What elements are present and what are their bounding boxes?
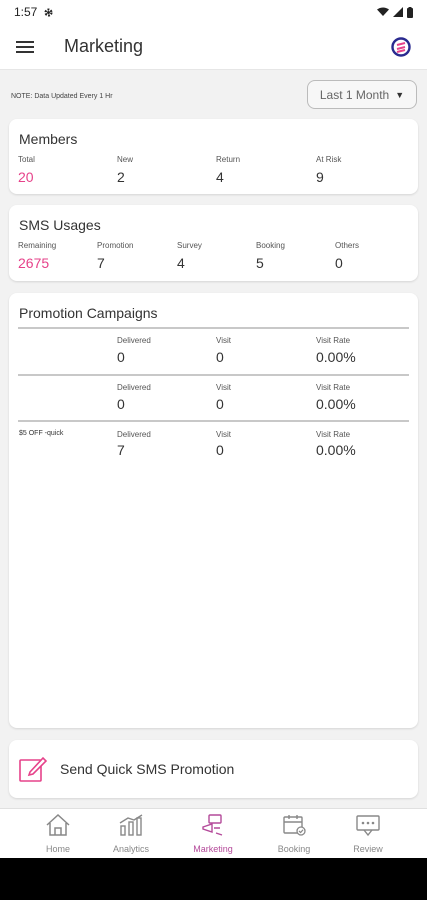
- members-new-label: New: [117, 155, 134, 164]
- sms-survey-label: Survey: [177, 241, 202, 250]
- promotion-campaigns-card: Promotion Campaigns Delivered 0 Visit 0 …: [9, 293, 418, 728]
- data-update-note: NOTE: Data Updated Every 1 Hr: [11, 93, 113, 100]
- members-card: Members Total 20 New 2 Return 4 At Risk …: [9, 119, 418, 194]
- marketing-megaphone-icon: [202, 814, 223, 836]
- sms-promotion-label: Promotion: [97, 241, 134, 250]
- campaign-divider: [18, 420, 409, 422]
- campaign-visit-rate-value: 0.00%: [316, 442, 356, 458]
- period-dropdown[interactable]: Last 1 Month ▼: [307, 80, 417, 109]
- nav-booking-label: Booking: [277, 844, 311, 854]
- campaign-visit-label: Visit: [216, 430, 231, 439]
- campaign-delivered-label: Delivered: [117, 336, 151, 345]
- campaign-delivered-label: Delivered: [117, 383, 151, 392]
- members-new-value: 2: [117, 169, 125, 185]
- page-title: Marketing: [64, 36, 144, 56]
- menu-hamburger-icon[interactable]: [16, 40, 34, 54]
- members-total-label: Total: [18, 155, 35, 164]
- campaign-visit-rate-value: 0.00%: [316, 396, 356, 412]
- sms-booking-label: Booking: [256, 241, 285, 250]
- sms-remaining-label: Remaining: [18, 241, 57, 250]
- nav-home-label: Home: [45, 844, 70, 854]
- wifi-icon: [377, 7, 389, 16]
- send-quick-sms-button[interactable]: Send Quick SMS Promotion: [9, 740, 418, 798]
- status-bar: 1:57: [0, 0, 427, 24]
- send-quick-sms-label: Send Quick SMS Promotion: [60, 761, 235, 777]
- campaign-visit-label: Visit: [216, 383, 231, 392]
- chevron-down-icon: ▼: [395, 89, 405, 100]
- campaign-visit-rate-value: 0.00%: [316, 349, 356, 365]
- campaign-visit-rate-label: Visit Rate: [316, 336, 351, 345]
- filter-row: NOTE: Data Updated Every 1 Hr Last 1 Mon…: [0, 80, 427, 112]
- nav-analytics-label: Analytics: [112, 844, 149, 854]
- campaign-visit-value: 0: [216, 442, 224, 458]
- campaign-visit-value: 0: [216, 349, 224, 365]
- campaign-visit-value: 0: [216, 396, 224, 412]
- campaign-delivered-value: 0: [117, 396, 125, 412]
- app-logo-icon: [391, 36, 411, 57]
- campaign-delivered-value: 7: [117, 442, 125, 458]
- campaign-visit-label: Visit: [216, 336, 231, 345]
- home-icon: [46, 813, 70, 836]
- members-at-risk-label: At Risk: [316, 155, 342, 164]
- bottom-navigation: Home Analytics Marketing Booking Review: [0, 808, 427, 858]
- sms-booking-value: 5: [256, 255, 264, 271]
- sms-remaining-value: 2675: [18, 255, 50, 271]
- analytics-chart-icon: [119, 814, 143, 836]
- members-return-label: Return: [216, 155, 241, 164]
- members-total-value: 20: [18, 169, 34, 185]
- campaign-visit-rate-label: Visit Rate: [316, 383, 351, 392]
- nav-item-home[interactable]: Home: [23, 813, 93, 854]
- nav-review-label: Review: [353, 844, 383, 854]
- period-dropdown-value: Last 1 Month: [319, 87, 390, 102]
- screen: 1:57 Marketing NOTE: Data Updated Every …: [0, 0, 427, 858]
- signal-icon: [393, 7, 403, 17]
- campaign-name: $5 OFF -quick: [19, 430, 64, 437]
- members-at-risk-value: 9: [316, 169, 324, 185]
- campaign-divider: [18, 374, 409, 376]
- nav-item-review[interactable]: Review: [333, 813, 403, 854]
- nav-item-booking[interactable]: Booking: [259, 813, 329, 854]
- sms-usages-card: SMS Usages Remaining 2675 Promotion 7 Su…: [9, 205, 418, 281]
- members-return-value: 4: [216, 169, 224, 185]
- nav-marketing-label: Marketing: [193, 844, 233, 854]
- settings-gear-icon: [44, 7, 53, 17]
- status-icons: [377, 6, 413, 18]
- status-time: 1:57: [14, 5, 38, 19]
- campaign-delivered-label: Delivered: [117, 430, 151, 439]
- compose-edit-icon: [19, 756, 48, 782]
- battery-icon: [407, 6, 413, 18]
- campaign-delivered-value: 0: [117, 349, 125, 365]
- review-chat-icon: [356, 815, 380, 837]
- nav-item-analytics[interactable]: Analytics: [96, 813, 166, 854]
- booking-calendar-icon: [283, 815, 306, 836]
- sms-usages-title: SMS Usages: [19, 217, 101, 233]
- campaign-divider: [18, 327, 409, 329]
- sms-others-value: 0: [335, 255, 343, 271]
- members-title: Members: [19, 131, 78, 147]
- sms-promotion-value: 7: [97, 255, 105, 271]
- app-bar: Marketing: [0, 24, 427, 70]
- sms-others-label: Others: [335, 241, 360, 250]
- campaign-visit-rate-label: Visit Rate: [316, 430, 351, 439]
- promotion-campaigns-title: Promotion Campaigns: [19, 305, 158, 321]
- sms-survey-value: 4: [177, 255, 185, 271]
- nav-item-marketing[interactable]: Marketing: [178, 813, 248, 854]
